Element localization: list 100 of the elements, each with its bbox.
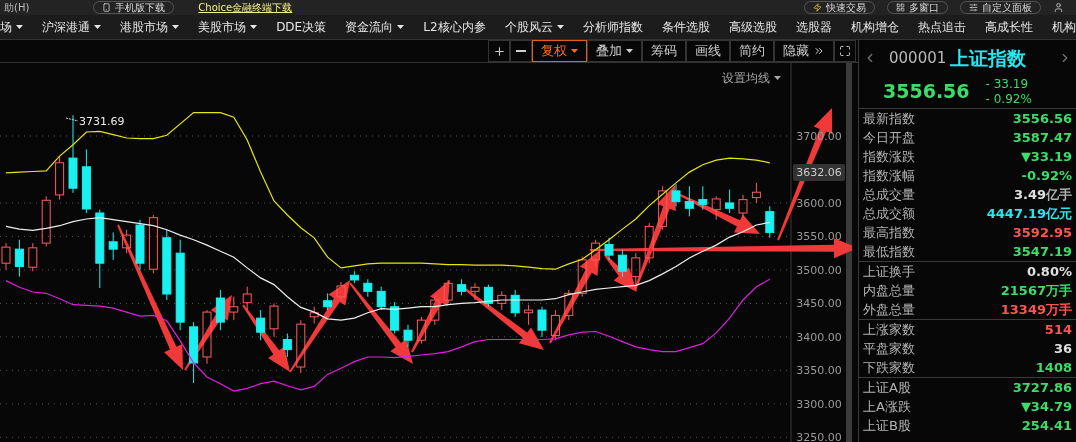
candle: [577, 256, 587, 298]
stat-label: 指数涨跌: [863, 147, 915, 166]
stat-unit: 亿元: [1046, 204, 1072, 223]
grid-icon: [896, 3, 905, 12]
candle: [698, 185, 708, 211]
toolbar-button[interactable]: 隐藏: [774, 40, 834, 62]
stat-value: 21567: [1000, 281, 1046, 300]
toolbar-button[interactable]: 叠加: [587, 40, 642, 62]
ma-settings-button[interactable]: 设置均线: [722, 69, 781, 87]
index-price: 3556.56: [883, 79, 970, 105]
nav-menu-item[interactable]: DDE决策: [276, 18, 327, 36]
candle: [684, 185, 694, 217]
toolbar-button[interactable]: 复权: [532, 40, 587, 62]
nav-menu-item[interactable]: 热点追击: [917, 18, 966, 36]
price-tag: 3632.06: [793, 164, 845, 181]
toolbar-button[interactable]: 画线: [686, 40, 730, 62]
candle: [537, 306, 547, 338]
candle: [390, 301, 400, 334]
stat-label: 总成交量: [863, 185, 915, 204]
nav-menu-item[interactable]: 分析师指数: [582, 18, 643, 36]
nav-menu-item[interactable]: 机构增仓: [850, 18, 899, 36]
stat-value: 3556.56: [1012, 109, 1072, 128]
stat-label: 上证换手: [863, 262, 915, 281]
stat-label: 总成交额: [863, 204, 915, 223]
candle: [470, 282, 480, 301]
stat-label: 指数涨幅: [863, 166, 915, 185]
candle: [269, 302, 279, 338]
candle: [443, 279, 453, 304]
stat-unit: 万手: [1046, 281, 1072, 300]
stat-unit: 万手: [1046, 300, 1072, 319]
stat-label: 最高指数: [863, 223, 915, 242]
candle: [349, 270, 359, 284]
stat-label: 上证B股: [863, 416, 911, 435]
stat-label: 下跌家数: [863, 358, 915, 377]
stat-value: 4447.19: [986, 204, 1046, 223]
nav-menu-item[interactable]: 美股市场: [198, 18, 258, 36]
nav-menu-item[interactable]: 资金流向: [345, 18, 405, 36]
candle: [81, 148, 91, 214]
nav-menu-item[interactable]: 高成长性: [984, 18, 1033, 36]
sliders-icon: [969, 3, 978, 12]
candle: [309, 306, 319, 324]
nav-menu-item[interactable]: 场: [0, 18, 23, 36]
fullscreen-button[interactable]: [834, 40, 856, 62]
nav-menu-item[interactable]: 条件选股: [661, 18, 710, 36]
candle: [41, 195, 51, 247]
plus-icon: [492, 44, 506, 58]
stat-value: 1408: [1035, 358, 1072, 377]
candle: [135, 219, 145, 271]
candle: [550, 309, 560, 341]
candle: [122, 229, 132, 254]
candle: [725, 189, 735, 214]
zoom-in-button[interactable]: [488, 40, 510, 62]
nav-menu-item[interactable]: L2核心内参: [423, 18, 486, 36]
zoom-out-button[interactable]: [510, 40, 532, 62]
candle: [1, 242, 11, 271]
stat-value: 3547.19: [1012, 242, 1072, 261]
axis-label: 3250.00: [796, 431, 842, 442]
stat-value: ▼33.19: [1020, 147, 1072, 166]
menu-item[interactable]: 助(H): [4, 2, 30, 13]
nav-menu-item[interactable]: 选股器: [795, 18, 832, 36]
candle: [524, 304, 534, 326]
candle: [497, 290, 507, 311]
stat-value: 3587.47: [1012, 128, 1072, 147]
candle: [604, 237, 614, 261]
candle: [738, 194, 748, 219]
stat-value: 0.80%: [1026, 262, 1072, 281]
user-icon[interactable]: [1053, 2, 1064, 13]
nav-menu-item[interactable]: 机构: [1051, 18, 1076, 36]
candle: [14, 239, 24, 278]
stat-value: 254.41: [1021, 416, 1072, 435]
candle: [189, 321, 199, 384]
candle: [55, 155, 65, 201]
candle: [591, 239, 601, 268]
candle: [296, 319, 306, 374]
change-value: - 33.19: [985, 76, 1030, 92]
stat-value: -0.92%: [1021, 166, 1072, 185]
candle: [457, 278, 467, 296]
candle: [483, 284, 493, 308]
scrollbar[interactable]: [846, 63, 852, 442]
candle: [564, 289, 574, 321]
nav-menu-item[interactable]: 个股风云: [504, 18, 564, 36]
stat-value: 36: [1053, 339, 1072, 358]
toolbar-button[interactable]: 简约: [730, 40, 774, 62]
candle: [162, 229, 172, 301]
axis-label: 3600.00: [796, 196, 842, 210]
nav-menu-item[interactable]: 港股市场: [120, 18, 180, 36]
caret-icon: [774, 76, 781, 80]
candle: [751, 182, 761, 204]
download-link[interactable]: Choice金融终端下载: [198, 2, 293, 13]
axis-label: 3400.00: [796, 330, 842, 344]
stat-value: 514: [1044, 320, 1072, 339]
candle: [631, 252, 641, 291]
peak-price-label: 3731.69: [79, 115, 125, 128]
bolt-icon: [813, 3, 822, 12]
toolbar-button[interactable]: 筹码: [642, 40, 686, 62]
candle: [617, 249, 627, 278]
nav-menu-item[interactable]: 沪深港通: [42, 18, 102, 36]
nav-menu-item[interactable]: 高级选股: [728, 18, 777, 36]
candle: [430, 296, 440, 326]
stat-label: 内盘总量: [863, 281, 915, 300]
